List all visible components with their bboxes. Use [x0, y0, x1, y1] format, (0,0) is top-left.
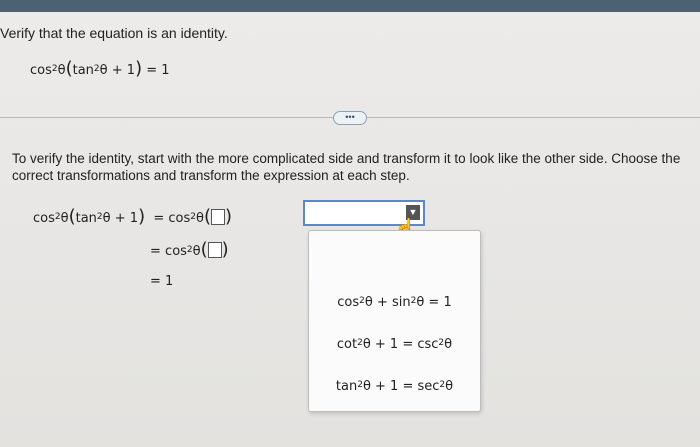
menu-option-tan-sec[interactable]: tan2θ + 1 = sec2θ	[309, 379, 480, 394]
dropdown-menu: cos2θ + sin2θ = 1 cot2θ + 1 = csc2θ tan2…	[308, 230, 481, 412]
top-bar	[0, 0, 700, 12]
more-options-button[interactable]: •••	[333, 111, 367, 125]
work-step-1: cos2θ(tan2θ + 1) = cos2θ()	[33, 206, 233, 227]
identity-equation: cos2θ(tan2θ + 1) = 1	[30, 58, 170, 79]
menu-option-cot-csc[interactable]: cot2θ + 1 = csc2θ	[309, 337, 480, 352]
work-step-3: = 1	[150, 274, 174, 289]
work-step-2: = cos2θ()	[150, 239, 229, 260]
answer-box-2[interactable]	[207, 242, 222, 258]
menu-option-pythagorean[interactable]: cos2θ + sin2θ = 1	[309, 295, 480, 310]
question-prompt: Verify that the equation is an identity.	[0, 25, 228, 41]
instructions-text: To verify the identity, start with the m…	[12, 151, 681, 183]
answer-box-1[interactable]	[211, 209, 226, 225]
